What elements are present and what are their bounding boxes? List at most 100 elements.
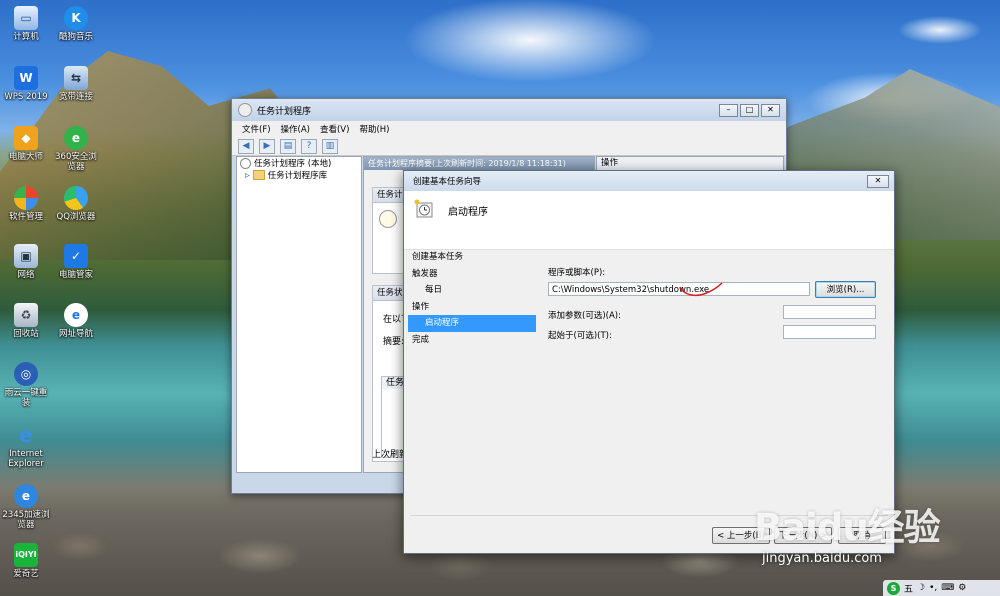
desktop-icon-software[interactable]: 软件管理: [1, 186, 51, 222]
pc-master-icon: ◆: [14, 126, 38, 150]
desktop-icon-360[interactable]: e 360安全浏览器: [51, 126, 101, 172]
menu-view[interactable]: 查看(V): [320, 123, 349, 135]
browse-button[interactable]: 浏览(R)...: [815, 281, 876, 298]
wizard-close-button[interactable]: ✕: [867, 175, 889, 188]
desktop-icon-label: QQ浏览器: [56, 212, 96, 222]
desktop-icon-label: 回收站: [13, 329, 39, 339]
expand-arrow-icon[interactable]: ▷: [245, 172, 250, 179]
desktop-icon-label: 电脑管家: [58, 270, 93, 280]
start-in-label: 起始于(可选)(T):: [548, 331, 612, 341]
desktop-icon-iqiyi[interactable]: iQIYI 爱奇艺: [1, 543, 51, 579]
desktop-icon-recycle[interactable]: ♻ 回收站: [1, 303, 51, 339]
desktop-icon-computer[interactable]: ▭ 计算机: [1, 6, 51, 42]
wizard-header: 启动程序: [404, 191, 894, 250]
keyboard-icon[interactable]: ⌨: [941, 583, 954, 593]
desktop-icon-network[interactable]: ▣ 网络: [1, 244, 51, 280]
qq-browser-icon: [64, 186, 88, 210]
step-trigger[interactable]: 触发器: [408, 266, 536, 283]
ime-toolbar: S 五 ☽ •, ⌨ ⚙: [883, 580, 1000, 596]
desktop-icon-label: 网址导航: [58, 329, 93, 339]
clock-icon: [379, 210, 397, 228]
menu-action[interactable]: 操作(A): [281, 123, 310, 135]
desktop-icon-pc-master[interactable]: ◆ 电脑大师: [1, 126, 51, 162]
desktop-icon-broadband[interactable]: ⇆ 宽带连接: [51, 66, 101, 102]
desktop-icon-ie[interactable]: e Internet Explorer: [1, 423, 51, 469]
close-button[interactable]: ✕: [761, 104, 780, 117]
kugou-music-icon: K: [64, 6, 88, 30]
desktop-icon-label: 酷狗音乐: [58, 32, 93, 42]
task-clock-icon: [414, 199, 433, 218]
args-label: 添加参数(可选)(A):: [548, 311, 621, 321]
network-icon: ▣: [14, 244, 38, 268]
desktop-icon-label: 360安全浏览器: [55, 152, 97, 172]
step-create-task[interactable]: 创建基本任务: [408, 249, 536, 266]
step-daily[interactable]: 每日: [408, 282, 536, 299]
desktop-icon-label: 软件管理: [8, 212, 43, 222]
minimize-button[interactable]: –: [719, 104, 738, 117]
settings-icon[interactable]: ⚙: [958, 583, 966, 593]
wizard-titlebar[interactable]: 创建基本任务向导: [404, 171, 894, 191]
summary-label: 摘要:: [383, 337, 405, 347]
step-finish[interactable]: 完成: [408, 332, 536, 349]
clock-icon: [240, 157, 251, 169]
desktop-icon-wps[interactable]: W WPS 2019: [1, 66, 51, 102]
desktop-icon-label: 电脑大师: [8, 152, 43, 162]
ime-mode[interactable]: 五: [904, 582, 913, 595]
tree-library[interactable]: ▷ 任务计划程序库: [237, 169, 361, 181]
step-start-program[interactable]: 启动程序: [408, 315, 536, 332]
help-icon[interactable]: ?: [301, 138, 317, 154]
broadband-icon: ⇆: [64, 66, 88, 90]
watermark-url: jingyan.baidu.com: [762, 551, 882, 566]
toolbar: ◀ ▶ ▤ ? ▥: [232, 137, 786, 156]
maximize-button[interactable]: □: [740, 104, 759, 117]
desktop-icon-label: 网络: [17, 270, 35, 280]
ie-nav-icon: e: [64, 303, 88, 327]
window-title: 任务计划程序: [257, 106, 312, 117]
step-action[interactable]: 操作: [408, 299, 536, 316]
desktop-icon-label: Internet Explorer: [8, 449, 44, 469]
ime-icon[interactable]: S: [887, 581, 900, 595]
folder-icon: [252, 170, 265, 180]
computer-icon: ▭: [14, 6, 38, 30]
desktop-icon-reinstall[interactable]: ◎ 雨云一键重装: [1, 362, 51, 408]
tree-root[interactable]: 任务计划程序 (本地): [237, 157, 361, 169]
desktop-icon-label: 宽带连接: [58, 92, 93, 102]
program-label: 程序或脚本(P):: [548, 268, 606, 278]
window-controls: – □ ✕: [719, 104, 780, 117]
wps-icon: W: [14, 66, 38, 90]
desktop-icon-pc-manager[interactable]: ✓ 电脑管家: [51, 244, 101, 280]
action-pane-icon[interactable]: ▥: [322, 138, 338, 154]
iqiyi-icon: iQIYI: [14, 543, 38, 567]
moon-icon[interactable]: ☽: [917, 583, 925, 593]
window-titlebar[interactable]: 任务计划程序 – □ ✕: [232, 99, 786, 121]
tree-root-label: 任务计划程序 (本地): [254, 159, 332, 169]
pc-manager-icon: ✓: [64, 244, 88, 268]
desktop-icon-label: 2345加速浏览器: [2, 510, 50, 530]
recycle-bin-icon: ♻: [14, 303, 38, 327]
punctuation-icon[interactable]: •,: [929, 583, 937, 593]
wizard-title: 创建基本任务向导: [413, 177, 482, 187]
baidu-watermark: Baidu经验: [754, 506, 941, 549]
desktop-icon-2345[interactable]: e 2345加速浏览器: [1, 484, 51, 530]
menu-help[interactable]: 帮助(H): [359, 123, 389, 135]
back-arrow-icon[interactable]: ◀: [238, 138, 254, 154]
2345-browser-icon: e: [14, 484, 38, 508]
tree-library-label: 任务计划程序库: [267, 171, 328, 181]
desktop-icon-label: 爱奇艺: [13, 569, 39, 579]
menu-file[interactable]: 文件(F): [242, 123, 271, 135]
start-in-input[interactable]: [783, 325, 876, 339]
reinstall-icon: ◎: [14, 362, 38, 386]
wizard-steps: 创建基本任务 触发器 每日 操作 启动程序 完成: [408, 249, 536, 519]
desktop-icon-qq-browser[interactable]: QQ浏览器: [51, 186, 101, 222]
clock-icon: [238, 103, 252, 117]
software-manager-icon: [14, 186, 38, 210]
desktop-icon-nav[interactable]: e 网址导航: [51, 303, 101, 339]
desktop-icon-label: WPS 2019: [4, 92, 48, 102]
desktop-icon-label: 雨云一键重装: [4, 388, 48, 408]
args-input[interactable]: [783, 305, 876, 319]
desktop-icon-kugou[interactable]: K 酷狗音乐: [51, 6, 101, 42]
forward-arrow-icon[interactable]: ▶: [259, 138, 275, 154]
program-input[interactable]: C:\Windows\System32\shutdown.exe: [548, 282, 810, 296]
console-tree: 任务计划程序 (本地) ▷ 任务计划程序库: [236, 156, 362, 473]
console-tree-icon[interactable]: ▤: [280, 138, 296, 154]
